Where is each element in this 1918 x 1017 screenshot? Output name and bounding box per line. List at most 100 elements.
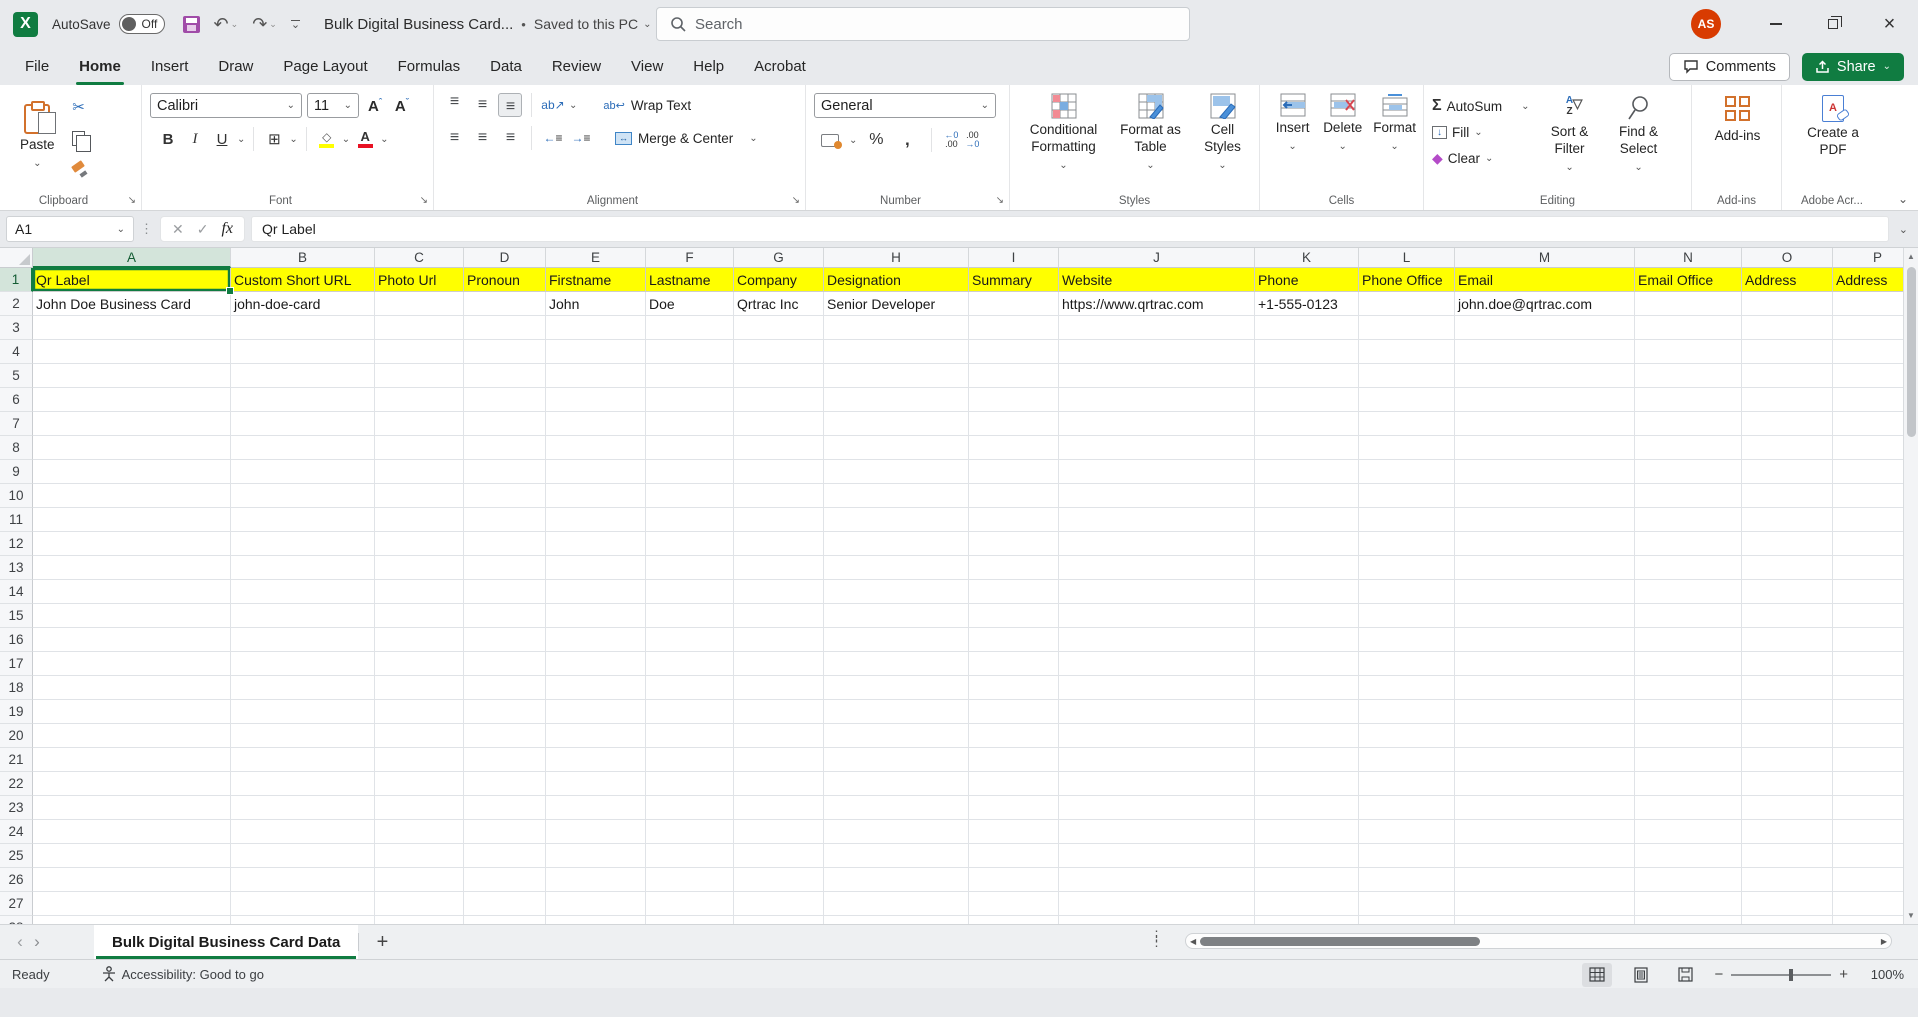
dialog-launcher-icon[interactable]: ↘ [420,196,428,206]
cell-I13[interactable] [969,556,1059,580]
cell-C9[interactable] [375,460,464,484]
cell-G4[interactable] [734,340,824,364]
cell-E28[interactable] [546,916,646,924]
cell-D26[interactable] [464,868,546,892]
cell-D27[interactable] [464,892,546,916]
cell-F18[interactable] [646,676,734,700]
chevron-down-icon[interactable]: ⌄ [342,134,350,145]
cell-G19[interactable] [734,700,824,724]
sheetbar-options-icon[interactable]: ⋮⋮ [1150,933,1163,945]
row-header-22[interactable]: 22 [0,772,33,796]
cell-M15[interactable] [1455,604,1635,628]
cell-J15[interactable] [1059,604,1255,628]
cell-N5[interactable] [1635,364,1742,388]
cell-H16[interactable] [824,628,969,652]
cell-O13[interactable] [1742,556,1833,580]
cell-L19[interactable] [1359,700,1455,724]
cell-C23[interactable] [375,796,464,820]
cell-L17[interactable] [1359,652,1455,676]
cell-B23[interactable] [231,796,375,820]
cell-B5[interactable] [231,364,375,388]
cell-B9[interactable] [231,460,375,484]
cell-J28[interactable] [1059,916,1255,924]
cell-L5[interactable] [1359,364,1455,388]
orientation-button[interactable]: ab↗ [541,93,565,117]
cell-G13[interactable] [734,556,824,580]
cell-F21[interactable] [646,748,734,772]
cell-K17[interactable] [1255,652,1359,676]
zoom-slider-handle[interactable] [1789,969,1793,981]
cell-C11[interactable] [375,508,464,532]
new-sheet-button[interactable]: + [359,925,405,959]
cell-M22[interactable] [1455,772,1635,796]
save-icon[interactable] [183,16,200,33]
close-button[interactable]: × [1861,0,1918,48]
cell-B2[interactable]: john-doe-card [231,292,375,316]
row-header-12[interactable]: 12 [0,532,33,556]
tab-help[interactable]: Help [678,48,739,85]
cell-E16[interactable] [546,628,646,652]
minimize-button[interactable] [1747,0,1804,48]
cell-A15[interactable] [33,604,231,628]
cell-B28[interactable] [231,916,375,924]
cell-D14[interactable] [464,580,546,604]
tab-formulas[interactable]: Formulas [383,48,476,85]
cell-E18[interactable] [546,676,646,700]
row-header-3[interactable]: 3 [0,316,33,340]
cell-E23[interactable] [546,796,646,820]
cell-G22[interactable] [734,772,824,796]
cell-A21[interactable] [33,748,231,772]
cell-F24[interactable] [646,820,734,844]
increase-indent-button[interactable]: →≡ [569,126,593,150]
cell-H1[interactable]: Designation [824,268,969,292]
cell-L6[interactable] [1359,388,1455,412]
cell-B21[interactable] [231,748,375,772]
align-middle-button[interactable]: ≡ [470,93,494,117]
cell-M12[interactable] [1455,532,1635,556]
cell-B1[interactable]: Custom Short URL [231,268,375,292]
cell-G21[interactable] [734,748,824,772]
cell-L28[interactable] [1359,916,1455,924]
expand-formula-bar-chevron-icon[interactable]: ⌄ [1895,223,1912,236]
autosum-button[interactable]: Σ AutoSum ⌄ [1432,93,1530,119]
cell-F4[interactable] [646,340,734,364]
cell-J5[interactable] [1059,364,1255,388]
cell-E10[interactable] [546,484,646,508]
cell-N4[interactable] [1635,340,1742,364]
cell-G2[interactable]: Qrtrac Inc [734,292,824,316]
cell-L12[interactable] [1359,532,1455,556]
cell-C5[interactable] [375,364,464,388]
cell-H25[interactable] [824,844,969,868]
cell-B20[interactable] [231,724,375,748]
increase-decimal-button[interactable]: ←0.00 [944,131,958,150]
row-header-1[interactable]: 1 [0,268,33,292]
cell-O15[interactable] [1742,604,1833,628]
cell-H14[interactable] [824,580,969,604]
column-header-N[interactable]: N [1635,248,1742,268]
cell-J19[interactable] [1059,700,1255,724]
cell-D23[interactable] [464,796,546,820]
cell-I26[interactable] [969,868,1059,892]
cell-G10[interactable] [734,484,824,508]
cell-N9[interactable] [1635,460,1742,484]
cell-G24[interactable] [734,820,824,844]
cell-B3[interactable] [231,316,375,340]
cell-I8[interactable] [969,436,1059,460]
cell-D25[interactable] [464,844,546,868]
cell-I9[interactable] [969,460,1059,484]
cell-M9[interactable] [1455,460,1635,484]
cell-E22[interactable] [546,772,646,796]
cell-E4[interactable] [546,340,646,364]
cell-N27[interactable] [1635,892,1742,916]
cell-H8[interactable] [824,436,969,460]
clear-button[interactable]: ◆ Clear ⌄ [1432,145,1530,171]
cell-I3[interactable] [969,316,1059,340]
formula-input[interactable]: Qr Label [251,216,1889,242]
cell-K21[interactable] [1255,748,1359,772]
cell-E7[interactable] [546,412,646,436]
cell-L3[interactable] [1359,316,1455,340]
cell-E13[interactable] [546,556,646,580]
cell-J20[interactable] [1059,724,1255,748]
cell-G15[interactable] [734,604,824,628]
cell-O11[interactable] [1742,508,1833,532]
